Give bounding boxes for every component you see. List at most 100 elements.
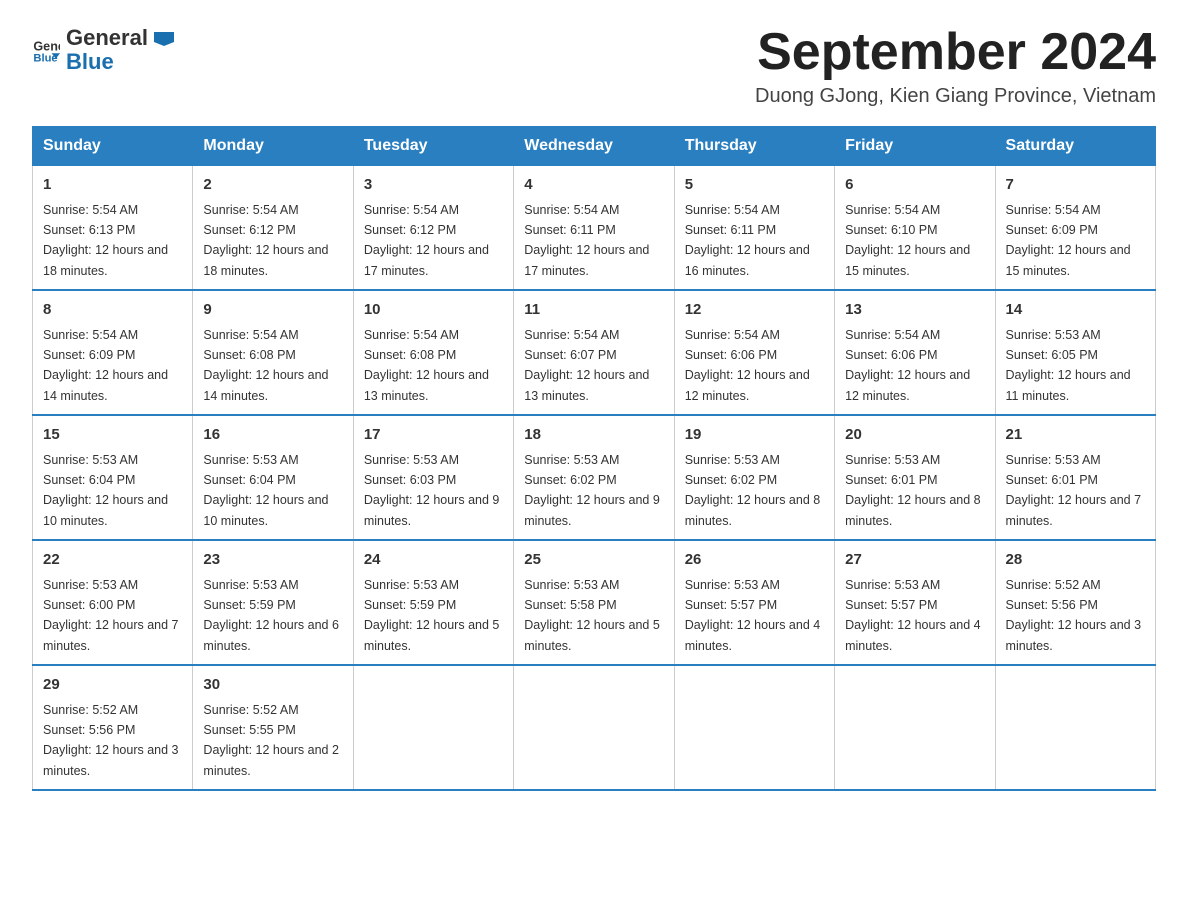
day-info: Sunrise: 5:54 AMSunset: 6:10 PMDaylight:… bbox=[845, 203, 970, 278]
day-info: Sunrise: 5:53 AMSunset: 6:04 PMDaylight:… bbox=[43, 453, 168, 528]
calendar-week-row: 8 Sunrise: 5:54 AMSunset: 6:09 PMDaylight… bbox=[33, 290, 1156, 415]
day-number: 1 bbox=[43, 174, 182, 197]
table-row: 22Sunrise: 5:53 AMSunset: 6:00 PMDayligh… bbox=[33, 540, 193, 665]
logo-text-blue: Blue bbox=[66, 50, 174, 74]
col-wednesday: Wednesday bbox=[514, 127, 674, 166]
col-monday: Monday bbox=[193, 127, 353, 166]
day-number: 4 bbox=[524, 174, 663, 197]
col-friday: Friday bbox=[835, 127, 995, 166]
day-info: Sunrise: 5:53 AMSunset: 5:58 PMDaylight:… bbox=[524, 578, 660, 653]
day-number: 19 bbox=[685, 424, 824, 447]
table-row: 12 Sunrise: 5:54 AMSunset: 6:06 PMDayligh… bbox=[674, 290, 834, 415]
day-number: 11 bbox=[524, 299, 663, 322]
day-number: 20 bbox=[845, 424, 984, 447]
day-number: 15 bbox=[43, 424, 182, 447]
table-row: 21 Sunrise: 5:53 AMSunset: 6:01 PMDayligh… bbox=[995, 415, 1155, 540]
day-info: Sunrise: 5:53 AMSunset: 6:03 PMDaylight:… bbox=[364, 453, 500, 528]
day-info: Sunrise: 5:54 AMSunset: 6:08 PMDaylight:… bbox=[203, 328, 328, 403]
day-number: 28 bbox=[1006, 549, 1145, 572]
day-info: Sunrise: 5:52 AMSunset: 5:55 PMDaylight:… bbox=[203, 703, 339, 778]
day-number: 14 bbox=[1006, 299, 1145, 322]
day-number: 8 bbox=[43, 299, 182, 322]
day-number: 26 bbox=[685, 549, 824, 572]
day-info: Sunrise: 5:53 AMSunset: 6:02 PMDaylight:… bbox=[524, 453, 660, 528]
logo-icon: General Blue bbox=[32, 35, 60, 63]
table-row bbox=[995, 665, 1155, 790]
day-info: Sunrise: 5:54 AMSunset: 6:07 PMDaylight:… bbox=[524, 328, 649, 403]
logo: General Blue General Blue bbox=[32, 24, 174, 74]
day-number: 3 bbox=[364, 174, 503, 197]
day-number: 2 bbox=[203, 174, 342, 197]
day-number: 7 bbox=[1006, 174, 1145, 197]
day-info: Sunrise: 5:53 AMSunset: 6:01 PMDaylight:… bbox=[1006, 453, 1142, 528]
table-row: 16Sunrise: 5:53 AMSunset: 6:04 PMDayligh… bbox=[193, 415, 353, 540]
table-row: 26 Sunrise: 5:53 AMSunset: 5:57 PMDayligh… bbox=[674, 540, 834, 665]
page-title: September 2024 bbox=[755, 24, 1156, 81]
page-subtitle: Duong GJong, Kien Giang Province, Vietna… bbox=[755, 85, 1156, 108]
table-row: 19 Sunrise: 5:53 AMSunset: 6:02 PMDayligh… bbox=[674, 415, 834, 540]
table-row bbox=[674, 665, 834, 790]
table-row: 4Sunrise: 5:54 AMSunset: 6:11 PMDaylight… bbox=[514, 166, 674, 291]
table-row: 13 Sunrise: 5:54 AMSunset: 6:06 PMDayligh… bbox=[835, 290, 995, 415]
logo-text-general: General bbox=[66, 26, 174, 50]
table-row: 15 Sunrise: 5:53 AMSunset: 6:04 PMDayligh… bbox=[33, 415, 193, 540]
calendar-week-row: 22Sunrise: 5:53 AMSunset: 6:00 PMDayligh… bbox=[33, 540, 1156, 665]
day-info: Sunrise: 5:53 AMSunset: 5:59 PMDaylight:… bbox=[203, 578, 339, 653]
table-row: 11 Sunrise: 5:54 AMSunset: 6:07 PMDayligh… bbox=[514, 290, 674, 415]
day-number: 25 bbox=[524, 549, 663, 572]
table-row: 29Sunrise: 5:52 AMSunset: 5:56 PMDayligh… bbox=[33, 665, 193, 790]
calendar-week-row: 15 Sunrise: 5:53 AMSunset: 6:04 PMDayligh… bbox=[33, 415, 1156, 540]
day-number: 23 bbox=[203, 549, 342, 572]
day-info: Sunrise: 5:54 AMSunset: 6:13 PMDaylight:… bbox=[43, 203, 168, 278]
day-number: 21 bbox=[1006, 424, 1145, 447]
col-sunday: Sunday bbox=[33, 127, 193, 166]
day-number: 17 bbox=[364, 424, 503, 447]
day-number: 12 bbox=[685, 299, 824, 322]
table-row: 20Sunrise: 5:53 AMSunset: 6:01 PMDayligh… bbox=[835, 415, 995, 540]
table-row: 23 Sunrise: 5:53 AMSunset: 5:59 PMDayligh… bbox=[193, 540, 353, 665]
col-thursday: Thursday bbox=[674, 127, 834, 166]
day-info: Sunrise: 5:54 AMSunset: 6:09 PMDaylight:… bbox=[43, 328, 168, 403]
day-info: Sunrise: 5:53 AMSunset: 5:57 PMDaylight:… bbox=[685, 578, 821, 653]
table-row: 25 Sunrise: 5:53 AMSunset: 5:58 PMDayligh… bbox=[514, 540, 674, 665]
day-info: Sunrise: 5:52 AMSunset: 5:56 PMDaylight:… bbox=[1006, 578, 1142, 653]
table-row: 17 Sunrise: 5:53 AMSunset: 6:03 PMDayligh… bbox=[353, 415, 513, 540]
day-number: 18 bbox=[524, 424, 663, 447]
svg-text:General: General bbox=[33, 40, 60, 54]
header-area: General Blue General Blue September 2024… bbox=[32, 24, 1156, 108]
day-info: Sunrise: 5:54 AMSunset: 6:12 PMDaylight:… bbox=[203, 203, 328, 278]
table-row bbox=[835, 665, 995, 790]
table-row: 7Sunrise: 5:54 AMSunset: 6:09 PMDaylight… bbox=[995, 166, 1155, 291]
day-info: Sunrise: 5:53 AMSunset: 6:02 PMDaylight:… bbox=[685, 453, 821, 528]
calendar-week-row: 1 Sunrise: 5:54 AMSunset: 6:13 PMDaylight… bbox=[33, 166, 1156, 291]
table-row: 14 Sunrise: 5:53 AMSunset: 6:05 PMDayligh… bbox=[995, 290, 1155, 415]
day-number: 29 bbox=[43, 674, 182, 697]
table-row: 18 Sunrise: 5:53 AMSunset: 6:02 PMDayligh… bbox=[514, 415, 674, 540]
day-info: Sunrise: 5:53 AMSunset: 5:59 PMDaylight:… bbox=[364, 578, 500, 653]
table-row: 5Sunrise: 5:54 AMSunset: 6:11 PMDaylight… bbox=[674, 166, 834, 291]
day-info: Sunrise: 5:54 AMSunset: 6:12 PMDaylight:… bbox=[364, 203, 489, 278]
logo-arrow-icon bbox=[154, 32, 174, 46]
svg-text:Blue: Blue bbox=[33, 53, 57, 63]
day-number: 13 bbox=[845, 299, 984, 322]
table-row: 9 Sunrise: 5:54 AMSunset: 6:08 PMDaylight… bbox=[193, 290, 353, 415]
day-number: 5 bbox=[685, 174, 824, 197]
day-number: 24 bbox=[364, 549, 503, 572]
day-info: Sunrise: 5:54 AMSunset: 6:06 PMDaylight:… bbox=[685, 328, 810, 403]
day-number: 10 bbox=[364, 299, 503, 322]
day-info: Sunrise: 5:54 AMSunset: 6:06 PMDaylight:… bbox=[845, 328, 970, 403]
col-saturday: Saturday bbox=[995, 127, 1155, 166]
table-row bbox=[353, 665, 513, 790]
day-info: Sunrise: 5:54 AMSunset: 6:08 PMDaylight:… bbox=[364, 328, 489, 403]
table-row: 2 Sunrise: 5:54 AMSunset: 6:12 PMDaylight… bbox=[193, 166, 353, 291]
table-row: 24 Sunrise: 5:53 AMSunset: 5:59 PMDayligh… bbox=[353, 540, 513, 665]
day-info: Sunrise: 5:53 AMSunset: 6:05 PMDaylight:… bbox=[1006, 328, 1131, 403]
calendar-week-row: 29Sunrise: 5:52 AMSunset: 5:56 PMDayligh… bbox=[33, 665, 1156, 790]
table-row: 1 Sunrise: 5:54 AMSunset: 6:13 PMDaylight… bbox=[33, 166, 193, 291]
table-row: 27Sunrise: 5:53 AMSunset: 5:57 PMDayligh… bbox=[835, 540, 995, 665]
table-row: 6 Sunrise: 5:54 AMSunset: 6:10 PMDaylight… bbox=[835, 166, 995, 291]
day-number: 6 bbox=[845, 174, 984, 197]
day-number: 9 bbox=[203, 299, 342, 322]
table-row: 30Sunrise: 5:52 AMSunset: 5:55 PMDayligh… bbox=[193, 665, 353, 790]
header-row: Sunday Monday Tuesday Wednesday Thursday… bbox=[33, 127, 1156, 166]
